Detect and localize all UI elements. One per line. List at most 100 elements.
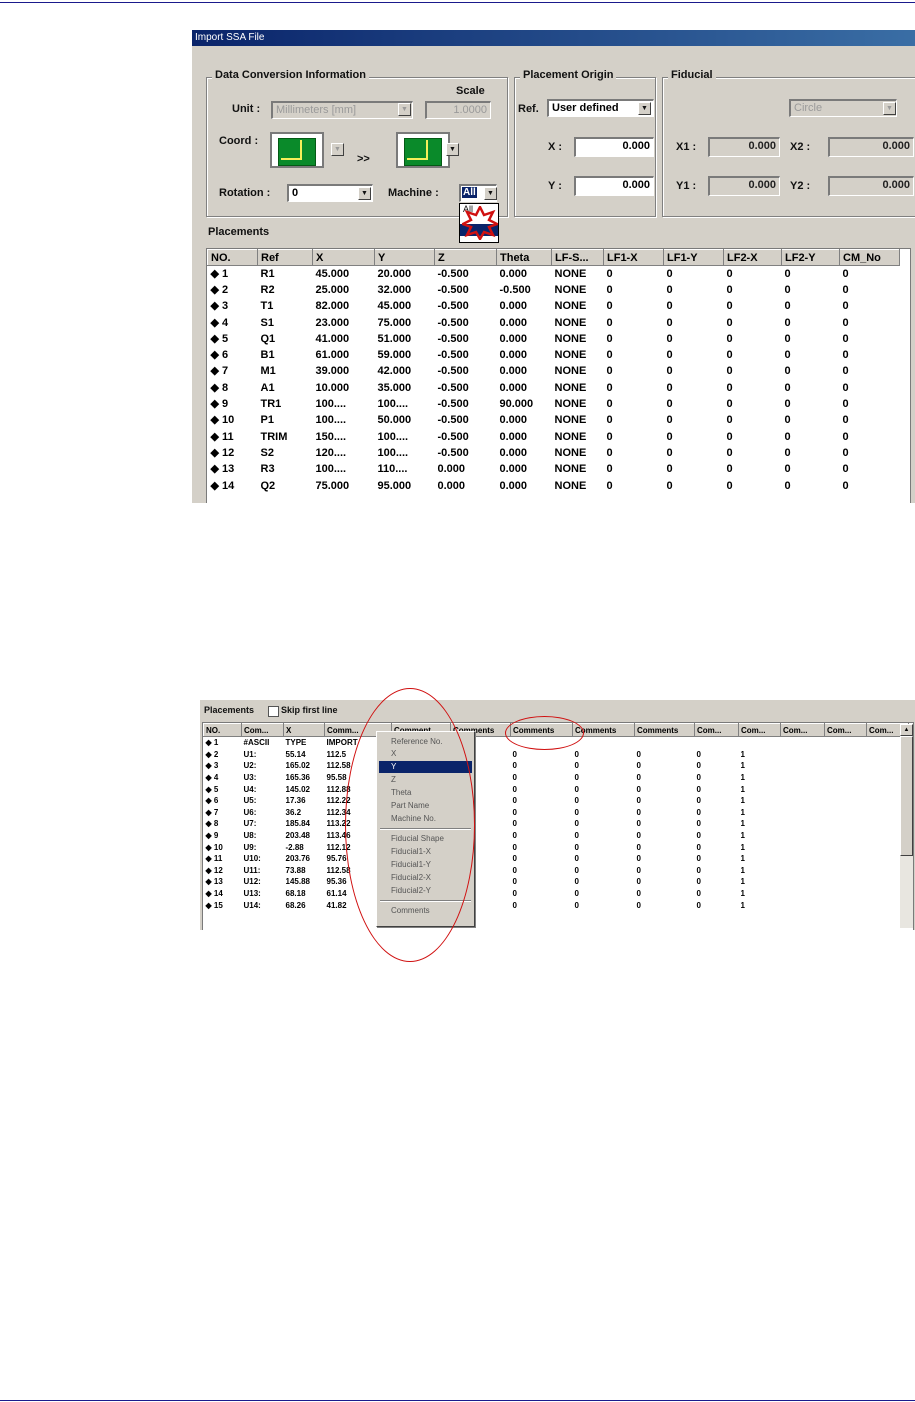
source-coord-dropdown-arrow-icon[interactable]: ▼ xyxy=(331,143,344,156)
table-cell: 0.000 xyxy=(499,430,528,443)
table-cell: 25.000 xyxy=(315,283,350,296)
table-row[interactable]: ◆ 2U1:55.14112.5000001 xyxy=(204,749,909,761)
table-row[interactable]: ◆ 10 P1 100.... 50.000 -0.500 0.000 NONE 0 0 0 0 0 xyxy=(208,413,900,429)
import-columns-grid[interactable]: NO. Com... X Comm... Comment Comments Co… xyxy=(202,722,914,930)
table-row[interactable]: ◆ 12U11:73.88112.58000001 xyxy=(204,865,909,877)
column-header[interactable]: Theta xyxy=(496,249,552,266)
column-header[interactable]: LF2-Y xyxy=(781,249,840,266)
table-cell xyxy=(825,737,867,749)
fiducial-x2-field[interactable]: 0.000 xyxy=(828,137,914,157)
table-cell xyxy=(635,737,695,749)
column-header[interactable]: Com... xyxy=(241,723,284,737)
column-header[interactable]: Com... xyxy=(738,723,781,737)
unit-select[interactable]: Millimeters [mm] xyxy=(271,101,413,119)
target-coord-dropdown-arrow-icon[interactable]: ▼ xyxy=(446,143,459,156)
table-cell: 0 xyxy=(666,414,673,427)
table-row[interactable]: ◆ 15U14:68.2641.82000001 xyxy=(204,899,909,911)
column-header[interactable]: LF-S... xyxy=(551,249,604,266)
fiducial-x1-field[interactable]: 0.000 xyxy=(708,137,780,157)
scroll-up-arrow-icon[interactable]: ▲ xyxy=(900,724,913,736)
table-row[interactable]: ◆ 9U8:203.48113.46000001 xyxy=(204,830,909,842)
table-cell: 0 xyxy=(784,463,791,476)
table-cell: ◆ 1 xyxy=(210,267,229,280)
table-row[interactable]: ◆ 12 S2 120.... 100.... -0.500 0.000 NONE 0 0 0 0 0 xyxy=(208,445,900,461)
column-header[interactable]: NO. xyxy=(203,723,242,737)
table-cell: 0.000 xyxy=(499,446,528,459)
table-cell: ◆ 12 xyxy=(205,865,223,875)
origin-x-field[interactable]: 0.000 xyxy=(574,137,654,157)
table-cell: 0.000 xyxy=(437,463,466,476)
vertical-scrollbar[interactable]: ▲ xyxy=(900,724,913,928)
column-header[interactable]: Com... xyxy=(824,723,867,737)
table-cell: 1 xyxy=(740,854,745,864)
table-row[interactable]: ◆ 6U5:17.36112.22000001 xyxy=(204,795,909,807)
table-row[interactable]: ◆ 9 TR1 100.... 100.... -0.500 90.000 NONE 0 0 0 0… xyxy=(208,396,900,412)
table-cell: ◆ 15 xyxy=(205,900,223,910)
table-row[interactable]: ◆ 7 M1 39.000 42.000 -0.500 0.000 NONE 0 0 0 0 0 xyxy=(208,364,900,380)
rotation-dropdown-arrow-icon[interactable]: ▼ xyxy=(358,187,371,200)
column-header[interactable]: Comments xyxy=(634,723,695,737)
table-row[interactable]: ◆ 7U6:36.2112.34000001 xyxy=(204,807,909,819)
fiducial-shape-select[interactable]: Circle xyxy=(789,99,897,117)
table-row[interactable]: ◆ 4U3:165.3695.58000001 xyxy=(204,772,909,784)
column-header[interactable]: Y xyxy=(374,249,435,266)
column-header[interactable]: LF2-X xyxy=(723,249,782,266)
table-row[interactable]: ◆ 13U12:145.8895.36000001 xyxy=(204,876,909,888)
table-cell: TRIM xyxy=(260,430,288,443)
fiducial-y2-field[interactable]: 0.000 xyxy=(828,176,914,196)
fiducial-shape-dropdown-arrow-icon[interactable]: ▼ xyxy=(883,102,896,115)
table-row[interactable]: ◆ 10U9:-2.88112.12000001 xyxy=(204,841,909,853)
source-coord-icon[interactable] xyxy=(270,132,324,168)
table-row[interactable]: ◆ 5 Q1 41.000 51.000 -0.500 0.000 NONE 0 0 0 0 0 xyxy=(208,331,900,347)
skip-first-line-checkbox[interactable] xyxy=(268,706,279,717)
column-header[interactable]: Com... xyxy=(780,723,825,737)
table-cell: 1 xyxy=(740,877,745,887)
table-row[interactable]: ◆ 4 S1 23.000 75.000 -0.500 0.000 NONE 0 0 0 0 0 xyxy=(208,315,900,331)
table-cell: 0 xyxy=(666,381,673,394)
column-header[interactable]: X xyxy=(283,723,325,737)
ref-dropdown-arrow-icon[interactable]: ▼ xyxy=(638,102,651,115)
target-coord-icon[interactable] xyxy=(396,132,450,168)
table-row[interactable]: ◆ 8U7:185.84113.22000001 xyxy=(204,818,909,830)
table-row[interactable]: ◆ 2 R2 25.000 32.000 -0.500 -0.500 NONE 0 0 0 0 0 xyxy=(208,282,900,298)
table-row[interactable]: ◆ 6 B1 61.000 59.000 -0.500 0.000 NONE 0 0 0 0 0 xyxy=(208,347,900,363)
table-cell: 0 xyxy=(784,414,791,427)
table-row[interactable]: ◆ 1 R1 45.000 20.000 -0.500 0.000 NONE 0 0 0 0 0 xyxy=(208,266,900,283)
table-cell: ◆ 6 xyxy=(210,349,229,362)
table-cell: 0 xyxy=(666,316,673,329)
table-cell: NONE xyxy=(554,479,587,492)
origin-y-field[interactable]: 0.000 xyxy=(574,176,654,196)
scrollbar-thumb[interactable] xyxy=(900,736,913,856)
table-row[interactable]: ◆ 3 T1 82.000 45.000 -0.500 0.000 NONE 0 0 0 0 0 xyxy=(208,299,900,315)
table-cell: 0 xyxy=(574,900,579,910)
table-cell: 0 xyxy=(726,398,733,411)
column-header[interactable]: CM_No xyxy=(839,249,900,266)
table-cell: 0 xyxy=(726,300,733,313)
scale-field[interactable]: 1.0000 xyxy=(425,101,491,119)
unit-dropdown-arrow-icon[interactable]: ▼ xyxy=(398,103,411,116)
column-header[interactable]: LF1-Y xyxy=(663,249,724,266)
machine-dropdown-arrow-icon[interactable]: ▼ xyxy=(484,187,497,200)
coord-label: Coord : xyxy=(219,135,259,147)
column-header[interactable]: Com... xyxy=(694,723,739,737)
table-row[interactable]: ◆ 3U2:165.02112.58000001 xyxy=(204,760,909,772)
table-row[interactable]: ◆ 8 A1 10.000 35.000 -0.500 0.000 NONE 0 0 0 0 0 xyxy=(208,380,900,396)
table-cell: 0 xyxy=(784,365,791,378)
table-row[interactable]: ◆ 14 Q2 75.000 95.000 0.000 0.000 NONE 0 0 0 0 0 xyxy=(208,478,900,494)
column-header[interactable]: LF1-X xyxy=(603,249,664,266)
column-header[interactable]: X xyxy=(312,249,375,266)
table-row[interactable]: ◆ 13 R3 100.... 110.... 0.000 0.000 NONE 0 0 0 0 0 xyxy=(208,462,900,478)
table-row[interactable]: ◆ 11U10:203.7695.76000001 xyxy=(204,853,909,865)
fiducial-y1-field[interactable]: 0.000 xyxy=(708,176,780,196)
fiducial-y1-label: Y1 : xyxy=(676,180,697,192)
column-header[interactable]: Z xyxy=(434,249,497,266)
table-cell: 1 xyxy=(740,761,745,771)
table-cell: 45.000 xyxy=(315,267,350,280)
table-row[interactable]: ◆ 11 TRIM 150.... 100.... -0.500 0.000 NONE 0 0 0… xyxy=(208,429,900,445)
column-header[interactable]: NO. xyxy=(207,249,258,266)
table-row[interactable]: ◆ 14U13:68.1861.14000001 xyxy=(204,888,909,900)
table-row[interactable]: ◆ 5U4:145.02112.88000001 xyxy=(204,783,909,795)
table-cell: 0 xyxy=(574,854,579,864)
column-header[interactable]: Ref xyxy=(257,249,313,266)
placements-grid[interactable]: NO. Ref X Y Z Theta LF-S... LF1-X LF1-Y … xyxy=(206,248,911,503)
